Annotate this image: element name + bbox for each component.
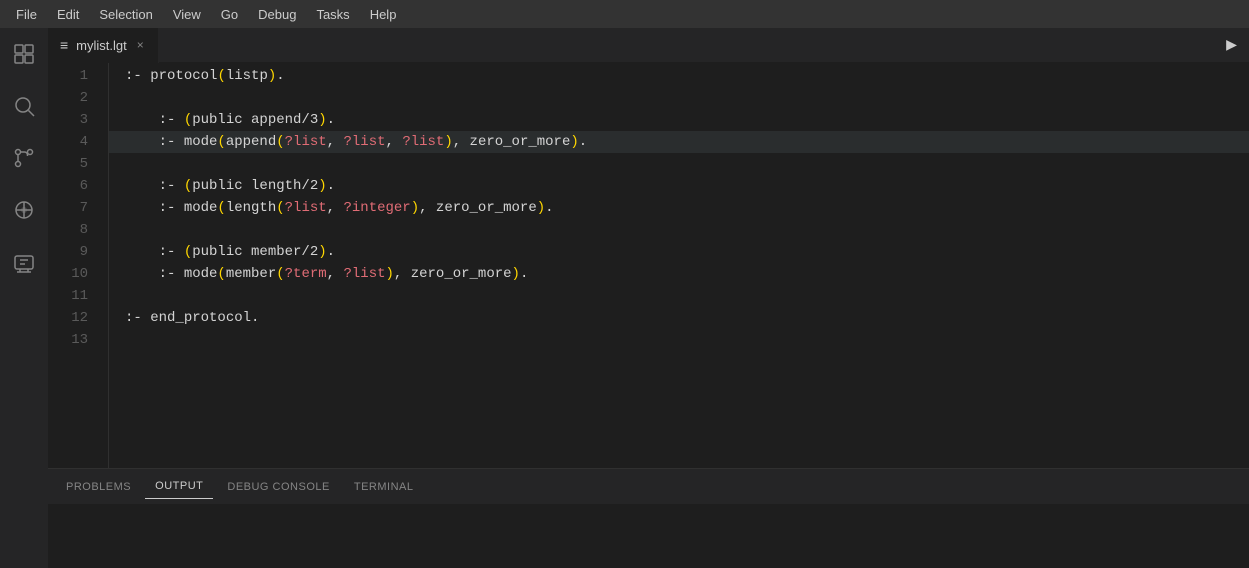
panel-tab-terminal[interactable]: TERMINAL <box>344 475 424 499</box>
line-num-2: 2 <box>48 87 100 109</box>
menu-view[interactable]: View <box>165 5 209 24</box>
menu-debug[interactable]: Debug <box>250 5 304 24</box>
file-icon: ≡ <box>60 37 68 53</box>
bottom-panel: PROBLEMS OUTPUT DEBUG CONSOLE TERMINAL <box>48 468 1249 568</box>
activity-bar <box>0 28 48 568</box>
code-line-12: :- end_protocol. <box>109 307 1249 329</box>
code-line-10: :- mode(member(?term, ?list), zero_or_mo… <box>109 263 1249 285</box>
line-num-9: 9 <box>48 241 100 263</box>
editor-area: ≡ mylist.lgt × ▶ 1 2 3 4 5 6 7 8 9 <box>48 28 1249 568</box>
code-line-2 <box>109 87 1249 109</box>
menu-tasks[interactable]: Tasks <box>308 5 357 24</box>
line-num-12: 12 <box>48 307 100 329</box>
menu-help[interactable]: Help <box>362 5 405 24</box>
code-lines[interactable]: :- protocol(listp). :- (public append/3)… <box>108 63 1249 468</box>
panel-tab-output[interactable]: OUTPUT <box>145 474 213 499</box>
line-num-8: 8 <box>48 219 100 241</box>
code-line-9: :- (public member/2). <box>109 241 1249 263</box>
line-num-10: 10 <box>48 263 100 285</box>
line-numbers: 1 2 3 4 5 6 7 8 9 10 11 12 13 <box>48 63 108 468</box>
menu-edit[interactable]: Edit <box>49 5 87 24</box>
code-line-8 <box>109 219 1249 241</box>
panel-tab-debug-console[interactable]: DEBUG CONSOLE <box>217 475 339 499</box>
explorer-icon[interactable] <box>6 36 42 72</box>
line-num-11: 11 <box>48 285 100 307</box>
code-editor[interactable]: 1 2 3 4 5 6 7 8 9 10 11 12 13 <box>48 63 1249 468</box>
menu-bar: File Edit Selection View Go Debug Tasks … <box>0 0 1249 28</box>
tab-bar: ≡ mylist.lgt × ▶ <box>48 28 1249 63</box>
file-tab[interactable]: ≡ mylist.lgt × <box>48 28 159 63</box>
code-line-4: :- mode(append(?list, ?list, ?list), zer… <box>109 131 1249 153</box>
code-line-6: :- (public length/2). <box>109 175 1249 197</box>
line-num-4: 4 <box>48 131 100 153</box>
run-button[interactable]: ▶ <box>1214 34 1249 56</box>
line-num-6: 6 <box>48 175 100 197</box>
line-num-1: 1 <box>48 65 100 87</box>
code-content: 1 2 3 4 5 6 7 8 9 10 11 12 13 <box>48 63 1249 468</box>
code-line-1: :- protocol(listp). <box>109 65 1249 87</box>
panel-tabs: PROBLEMS OUTPUT DEBUG CONSOLE TERMINAL <box>48 469 1249 504</box>
code-line-11 <box>109 285 1249 307</box>
line-num-3: 3 <box>48 109 100 131</box>
tab-filename: mylist.lgt <box>76 38 127 53</box>
extensions-icon[interactable] <box>6 192 42 228</box>
search-icon[interactable] <box>6 88 42 124</box>
menu-file[interactable]: File <box>8 5 45 24</box>
code-line-7: :- mode(length(?list, ?integer), zero_or… <box>109 197 1249 219</box>
main-area: ≡ mylist.lgt × ▶ 1 2 3 4 5 6 7 8 9 <box>0 28 1249 568</box>
line-num-13: 13 <box>48 329 100 351</box>
menu-go[interactable]: Go <box>213 5 246 24</box>
panel-tab-problems[interactable]: PROBLEMS <box>56 475 141 499</box>
code-line-5 <box>109 153 1249 175</box>
line-num-7: 7 <box>48 197 100 219</box>
menu-selection[interactable]: Selection <box>91 5 160 24</box>
tab-close-button[interactable]: × <box>135 36 146 54</box>
remote-icon[interactable] <box>6 244 42 280</box>
code-line-13 <box>109 329 1249 351</box>
source-control-icon[interactable] <box>6 140 42 176</box>
code-line-3: :- (public append/3). <box>109 109 1249 131</box>
line-num-5: 5 <box>48 153 100 175</box>
panel-content <box>48 504 1249 568</box>
